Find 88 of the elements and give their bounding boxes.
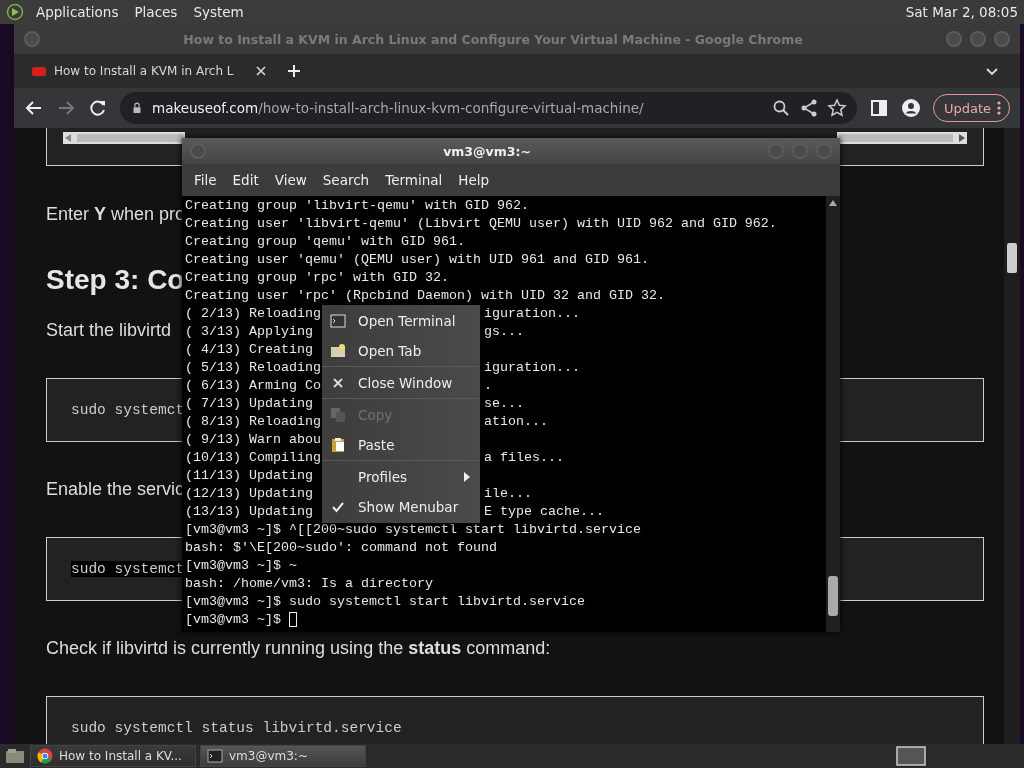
terminal-line: ( 3/13) Applying xyxy=(185,323,313,341)
terminal-line: iguration... xyxy=(484,359,580,377)
menu-item[interactable]: Edit xyxy=(224,172,267,188)
left-arrow-icon[interactable] xyxy=(65,134,71,142)
terminal-line: ( 7/13) Updating xyxy=(185,395,313,413)
menu-item[interactable]: Close Window xyxy=(322,368,480,399)
profile-icon[interactable] xyxy=(900,98,921,118)
paragraph: Enable the servic xyxy=(46,478,185,501)
paragraph: Check if libvirtd is currently running using the status command: xyxy=(46,637,551,660)
terminal-line: (11/13) Updating xyxy=(185,467,313,485)
clock[interactable]: Sat Mar 2, 08:05 xyxy=(905,4,1018,20)
terminal-line: Creating user 'qemu' (QEMU user) with UID 961 and GID 961. xyxy=(185,251,649,269)
panel-menu[interactable]: Applications xyxy=(28,4,127,20)
window-title: How to Install a KVM in Arch Linux and Configure Your Virtual Machine - Google Chrome xyxy=(182,31,804,47)
terminal-line: ile... xyxy=(484,485,532,503)
right-arrow-icon[interactable] xyxy=(959,134,965,142)
terminal-icon xyxy=(330,313,346,329)
submenu-arrow-icon xyxy=(464,472,470,482)
terminal-line: bash: /home/vm3: Is a directory xyxy=(185,575,433,593)
code-text: sudo systemct xyxy=(71,561,185,577)
terminal-line: . xyxy=(484,377,492,395)
terminal-line: [vm3@vm3 ~]$ xyxy=(185,611,282,629)
terminal-icon xyxy=(207,748,223,764)
terminal-line: [vm3@vm3 ~]$ ^[[200~sudo systemctl start libvirtd.service xyxy=(185,521,641,539)
terminal-line: Creating group 'qemu' with GID 961. xyxy=(185,233,465,251)
scrollbar-thumb[interactable] xyxy=(828,576,838,616)
url-text: makeuseof.com/how-to-install-arch-linux-kvm-configure-virtual-machine/ xyxy=(152,100,645,116)
paragraph: Start the libvirtd xyxy=(46,319,172,342)
terminal-line: E type cache... xyxy=(484,503,604,521)
panel-menu[interactable]: System xyxy=(185,4,252,20)
terminal-line: ( 2/13) Reloading xyxy=(185,305,321,323)
terminal-line: ( 5/13) Reloading xyxy=(185,359,321,377)
terminal-line: ation... xyxy=(484,413,548,431)
terminal-line: gs... xyxy=(484,323,524,341)
reload-icon[interactable] xyxy=(88,98,108,118)
close-icon[interactable] xyxy=(256,66,266,76)
horizontal-scrollbar[interactable] xyxy=(63,132,185,144)
desktop-icon[interactable] xyxy=(4,747,26,765)
terminal-line: ( 9/13) Warn abou xyxy=(185,431,321,449)
taskbar-button[interactable]: How to Install a KV... xyxy=(30,745,196,767)
terminal-line: Creating user 'rpc' (Rpcbind Daemon) with UID 32 and GID 32. xyxy=(185,287,665,305)
menu-item[interactable]: Help xyxy=(450,172,498,188)
terminal-line: [vm3@vm3 ~]$ ~ xyxy=(185,557,297,575)
terminal-line: ( 4/13) Creating xyxy=(185,341,313,359)
taskbar-button[interactable]: vm3@vm3:~ xyxy=(200,745,366,767)
terminal-line: ( 8/13) Reloading xyxy=(185,413,321,431)
clipboard-icon xyxy=(330,437,346,453)
terminal-line: (10/13) Compiling xyxy=(185,449,321,467)
star-icon[interactable] xyxy=(826,98,847,118)
vertical-scrollbar[interactable] xyxy=(826,196,840,632)
menu-item[interactable]: Paste xyxy=(322,430,480,461)
terminal-line: a files... xyxy=(484,449,564,467)
terminal-line: Creating user 'libvirt-qemu' (Libvirt QEMU user) with UID 962 and GID 962. xyxy=(185,216,777,233)
menu-icon[interactable] xyxy=(997,101,1001,115)
browser-icon xyxy=(37,748,53,764)
copy-icon xyxy=(330,407,346,423)
terminal-line: ( 6/13) Arming Co xyxy=(185,377,321,395)
menu-item[interactable]: File xyxy=(186,172,225,188)
folder-icon xyxy=(330,343,346,359)
horizontal-scrollbar[interactable] xyxy=(837,132,967,144)
address-bar[interactable]: makeuseof.com/how-to-install-arch-linux-kvm-configure-virtual-machine/ xyxy=(120,92,857,124)
menu-item[interactable]: Show Menubar xyxy=(322,492,480,522)
window-title: vm3@vm3:~ xyxy=(442,143,532,159)
code-text: sudo systemctl status libvirtd.service xyxy=(71,720,402,736)
terminal-line: Creating group 'rpc' with GID 32. xyxy=(185,269,449,287)
terminal-line: bash: $'\E[200~sudo': command not found xyxy=(185,539,497,557)
menu-item[interactable]: Search xyxy=(314,172,378,188)
terminal-line: Creating group 'libvirt-qemu' with GID 962. xyxy=(185,197,529,213)
code-text: sudo systemct xyxy=(71,402,185,418)
terminal-line: (13/13) Updating xyxy=(185,503,313,521)
sidebar-icon[interactable] xyxy=(868,98,889,118)
favicon-icon xyxy=(32,66,46,76)
logo-icon[interactable] xyxy=(6,3,24,21)
section-heading: Step 3: Co xyxy=(46,263,185,297)
menu-item[interactable]: View xyxy=(266,172,315,188)
menu-item[interactable]: Open Tab xyxy=(322,336,480,367)
menu-item[interactable]: Profiles xyxy=(322,462,480,492)
terminal-line: [vm3@vm3 ~]$ sudo systemctl start libvirtd.service xyxy=(185,593,585,611)
vertical-scrollbar[interactable] xyxy=(1004,128,1020,744)
terminal-line: iguration... xyxy=(484,305,580,323)
panel-menu[interactable]: Places xyxy=(126,4,186,20)
menu-item[interactable]: Terminal xyxy=(377,172,451,188)
workspace-icon[interactable] xyxy=(896,746,926,766)
terminal-line: se... xyxy=(484,395,524,413)
terminal-line: (12/13) Updating xyxy=(185,485,313,503)
menu-item[interactable]: Open Terminal xyxy=(322,306,480,336)
plus-icon[interactable] xyxy=(286,63,302,79)
up-arrow-icon[interactable] xyxy=(829,200,837,206)
